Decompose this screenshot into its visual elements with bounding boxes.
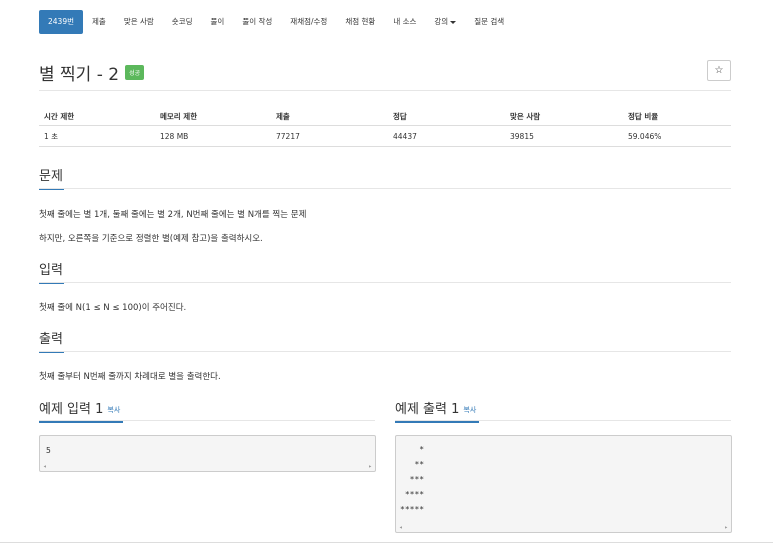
problem-section-heading: 문제: [39, 165, 64, 190]
output-description: 첫째 줄부터 N번째 줄까지 차례대로 별을 출력한다.: [39, 372, 221, 382]
scroll-left-icon[interactable]: ◂: [43, 463, 47, 470]
title-row: 별 찍기 - 2 성공: [39, 60, 145, 85]
input-description: 첫째 줄에 N(1 ≤ N ≤ 100)이 주어진다.: [39, 303, 187, 313]
tab-lecture-label: 강의: [434, 17, 449, 26]
page-title: 별 찍기 - 2: [39, 65, 120, 85]
header-solvers: 맞은 사람: [505, 108, 623, 126]
memory-limit-value: 128 MB: [155, 125, 271, 147]
sample-output-line: *: [400, 445, 425, 454]
header-memory-limit: 메모리 제한: [155, 108, 271, 126]
header-submissions: 제출: [271, 108, 388, 126]
input-heading-text: 입력: [39, 263, 63, 278]
submissions-value: 77217: [271, 125, 388, 147]
sample-input-line: 5: [46, 446, 51, 455]
problem-description-line-2: 하지만, 오른쪽을 기준으로 정렬한 별(예제 참고)을 출력하시오.: [39, 234, 263, 244]
problem-heading-text: 문제: [39, 169, 63, 184]
problem-description-line-1: 첫째 줄에는 별 1개, 둘째 줄에는 별 2개, N번째 줄에는 별 N개를 …: [39, 210, 307, 220]
problem-info-table: 시간 제한 메모리 제한 제출 정답 맞은 사람 정답 비율 1 초 128 M…: [39, 108, 731, 147]
output-section-heading: 출력: [39, 328, 64, 353]
caret-down-icon: [450, 20, 457, 24]
tab-my-source[interactable]: 내 소스: [384, 10, 425, 34]
input-section-heading: 입력: [39, 259, 64, 284]
horizontal-scrollbar[interactable]: ◂ ▸: [40, 463, 375, 471]
sample-input-box[interactable]: 5 ◂ ▸: [39, 435, 376, 472]
section-divider: [39, 188, 731, 189]
scroll-right-icon[interactable]: ▸: [368, 463, 372, 470]
heading-underline: [395, 421, 479, 423]
sample-output-line: **: [400, 460, 425, 469]
page-bottom-divider: [0, 542, 773, 543]
section-divider: [39, 420, 375, 421]
sample-output-heading-text: 예제 출력 1: [395, 402, 460, 417]
accepted-value: 44437: [388, 125, 505, 147]
scroll-right-icon[interactable]: ▸: [724, 524, 728, 531]
sample-output-line: *****: [400, 505, 425, 514]
scroll-left-icon[interactable]: ◂: [399, 524, 403, 531]
solvers-value: 39815: [505, 125, 623, 147]
output-heading-text: 출력: [39, 332, 63, 347]
ratio-value: 59.046%: [623, 125, 731, 147]
sample-output-line: ***: [400, 475, 425, 484]
tab-submit[interactable]: 제출: [83, 10, 115, 34]
header-accepted: 정답: [388, 108, 505, 126]
problem-nav: 2439번 제출 맞은 사람 숏코딩 풀이 풀이 작성 재채점/수정 채점 현황…: [39, 10, 513, 34]
tab-write-solution[interactable]: 풀이 작성: [233, 10, 281, 34]
section-divider: [395, 420, 731, 421]
sample-input-heading: 예제 입력 1 복사: [39, 398, 123, 423]
header-ratio: 정답 비율: [623, 108, 731, 126]
star-button[interactable]: ☆: [707, 60, 731, 81]
header-time-limit: 시간 제한: [39, 108, 155, 126]
status-badge: 성공: [125, 65, 145, 80]
copy-output-button[interactable]: 복사: [463, 406, 476, 414]
heading-underline: [39, 421, 123, 423]
title-divider: [39, 90, 731, 91]
horizontal-scrollbar[interactable]: ◂ ▸: [396, 524, 731, 532]
tab-lecture[interactable]: 강의: [425, 10, 465, 34]
tab-question-search[interactable]: 질문 검색: [465, 10, 513, 34]
tab-rejudge[interactable]: 재채점/수정: [281, 10, 336, 34]
table-header-row: 시간 제한 메모리 제한 제출 정답 맞은 사람 정답 비율: [39, 108, 731, 126]
table-row: 1 초 128 MB 77217 44437 39815 59.046%: [39, 125, 731, 147]
sample-input-heading-text: 예제 입력 1: [39, 402, 104, 417]
tab-solutions[interactable]: 풀이: [202, 10, 234, 34]
star-icon: ☆: [714, 65, 724, 76]
section-divider: [39, 351, 731, 352]
sample-output-heading: 예제 출력 1 복사: [395, 398, 479, 423]
sample-output-box[interactable]: * ** *** **** ***** ◂ ▸: [395, 435, 732, 533]
tab-status[interactable]: 채점 현황: [336, 10, 384, 34]
tab-short-coding[interactable]: 숏코딩: [163, 10, 202, 34]
tab-problem[interactable]: 2439번: [39, 10, 83, 34]
tab-solvers[interactable]: 맞은 사람: [115, 10, 163, 34]
copy-input-button[interactable]: 복사: [107, 406, 120, 414]
sample-output-line: ****: [400, 490, 425, 499]
section-divider: [39, 282, 731, 283]
time-limit-value: 1 초: [39, 125, 155, 147]
